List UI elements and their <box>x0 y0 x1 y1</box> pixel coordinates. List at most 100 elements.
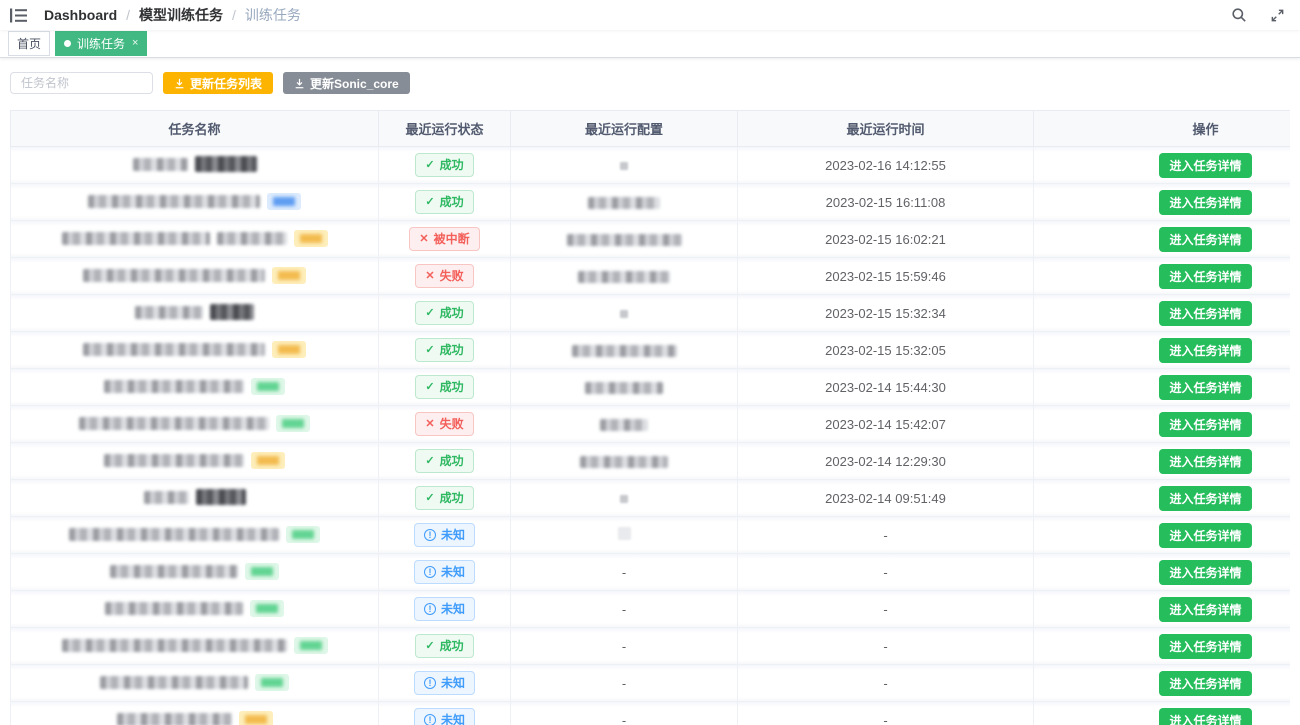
info-circle-icon: ! <box>424 603 436 615</box>
status-badge-failed: ✕失败 <box>415 412 473 436</box>
enter-task-detail-button[interactable]: 进入任务详情 <box>1159 708 1251 725</box>
task-tag-blue <box>267 193 301 210</box>
table-row: ✓成功2023-02-15 15:32:05进入任务详情 <box>11 332 1291 369</box>
breadcrumb-current-page: 训练任务 <box>245 5 301 25</box>
redacted-text-block <box>79 417 269 430</box>
redacted-text-block <box>83 343 265 356</box>
enter-task-detail-button[interactable]: 进入任务详情 <box>1159 634 1251 659</box>
tab-home[interactable]: 首页 <box>8 31 50 56</box>
download-icon <box>294 78 305 89</box>
status-badge-success: ✓成功 <box>415 338 473 362</box>
sidebar-toggle-icon[interactable] <box>8 5 28 25</box>
breadcrumb-model-training[interactable]: 模型训练任务 <box>139 5 223 25</box>
status-label: 成功 <box>440 344 464 356</box>
breadcrumb-separator: / <box>126 7 130 23</box>
enter-task-detail-button[interactable]: 进入任务详情 <box>1159 227 1251 252</box>
run-config-cell <box>511 369 738 406</box>
update-task-list-button[interactable]: 更新任务列表 <box>163 72 273 94</box>
run-time-cell: - <box>738 665 1034 702</box>
tab-label: 首页 <box>17 35 41 52</box>
redacted-config-text <box>567 234 682 246</box>
action-cell: 进入任务详情 <box>1034 147 1291 184</box>
task-name-cell <box>11 480 379 517</box>
filter-toolbar: 更新任务列表 更新Sonic_core <box>10 72 1290 94</box>
task-tag-green <box>286 526 320 543</box>
task-name-cell <box>11 258 379 295</box>
status-cell: ✓成功 <box>379 295 511 332</box>
col-header-run-time: 最近运行时间 <box>738 111 1034 147</box>
info-circle-icon: ! <box>424 677 436 689</box>
action-cell: 进入任务详情 <box>1034 591 1291 628</box>
status-cell: !未知 <box>379 554 511 591</box>
run-config-cell <box>511 443 738 480</box>
status-label: 未知 <box>441 529 465 541</box>
search-icon[interactable] <box>1230 6 1248 24</box>
enter-task-detail-button[interactable]: 进入任务详情 <box>1159 486 1251 511</box>
run-config-cell <box>511 258 738 295</box>
redacted-config-text <box>578 271 670 283</box>
table-row: !未知--进入任务详情 <box>11 591 1291 628</box>
check-icon: ✓ <box>425 382 434 393</box>
task-name-cell <box>11 665 379 702</box>
tab-close-icon[interactable]: × <box>132 38 138 49</box>
enter-task-detail-button[interactable]: 进入任务详情 <box>1159 375 1251 400</box>
enter-task-detail-button[interactable]: 进入任务详情 <box>1159 190 1251 215</box>
task-tag-green <box>255 674 289 691</box>
enter-task-detail-button[interactable]: 进入任务详情 <box>1159 153 1251 178</box>
redacted-tag-text <box>278 271 300 280</box>
task-tag-green <box>245 563 279 580</box>
check-icon: ✓ <box>425 197 434 208</box>
action-cell: 进入任务详情 <box>1034 258 1291 295</box>
task-name-cell <box>11 147 379 184</box>
run-config-cell: - <box>511 554 738 591</box>
empty-config-placeholder: - <box>622 565 626 580</box>
enter-task-detail-button[interactable]: 进入任务详情 <box>1159 449 1251 474</box>
enter-task-detail-button[interactable]: 进入任务详情 <box>1159 264 1251 289</box>
redacted-text-block <box>100 676 248 689</box>
breadcrumb-dashboard[interactable]: Dashboard <box>44 7 117 23</box>
run-time-cell: 2023-02-15 16:11:08 <box>738 184 1034 221</box>
enter-task-detail-button[interactable]: 进入任务详情 <box>1159 671 1251 696</box>
table-row: ✓成功2023-02-14 09:51:49进入任务详情 <box>11 480 1291 517</box>
breadcrumb-separator: / <box>232 7 236 23</box>
redacted-task-name <box>110 563 279 580</box>
info-circle-icon: ! <box>424 566 436 578</box>
redacted-tag-text <box>278 345 300 354</box>
redacted-task-name <box>144 489 246 505</box>
redacted-text-block <box>135 306 203 319</box>
enter-task-detail-button[interactable]: 进入任务详情 <box>1159 523 1251 548</box>
update-sonic-core-button[interactable]: 更新Sonic_core <box>283 72 410 94</box>
run-time-cell: 2023-02-14 12:29:30 <box>738 443 1034 480</box>
task-name-cell <box>11 295 379 332</box>
run-time-cell: 2023-02-14 15:42:07 <box>738 406 1034 443</box>
task-tag-yellow <box>272 341 306 358</box>
redacted-text-block <box>110 565 238 578</box>
redacted-task-name <box>105 600 284 617</box>
run-time-cell: 2023-02-16 14:12:55 <box>738 147 1034 184</box>
task-tag-yellow <box>272 267 306 284</box>
check-icon: ✓ <box>425 641 434 652</box>
enter-task-detail-button[interactable]: 进入任务详情 <box>1159 412 1251 437</box>
redacted-config-text <box>600 419 648 431</box>
task-name-cell <box>11 332 379 369</box>
status-label: 成功 <box>440 640 464 652</box>
action-cell: 进入任务详情 <box>1034 184 1291 221</box>
enter-task-detail-button[interactable]: 进入任务详情 <box>1159 560 1251 585</box>
redacted-config-text <box>585 382 663 394</box>
enter-task-detail-button[interactable]: 进入任务详情 <box>1159 597 1251 622</box>
status-badge-interrupted: ✕被中断 <box>409 227 479 251</box>
task-name-cell <box>11 184 379 221</box>
tab-training-tasks[interactable]: 训练任务 × <box>55 31 147 56</box>
task-name-search-input[interactable] <box>10 72 153 94</box>
enter-task-detail-button[interactable]: 进入任务详情 <box>1159 338 1251 363</box>
run-time-cell: 2023-02-14 09:51:49 <box>738 480 1034 517</box>
enter-task-detail-button[interactable]: 进入任务详情 <box>1159 301 1251 326</box>
fullscreen-icon[interactable] <box>1268 6 1286 24</box>
status-cell: ✓成功 <box>379 147 511 184</box>
task-name-cell <box>11 517 379 554</box>
status-cell: ✓ 成功 <box>379 628 511 665</box>
top-navbar: Dashboard / 模型训练任务 / 训练任务 <box>0 0 1300 30</box>
redacted-task-name <box>79 415 310 432</box>
run-time-cell: - <box>738 591 1034 628</box>
redacted-text-block <box>69 528 279 541</box>
